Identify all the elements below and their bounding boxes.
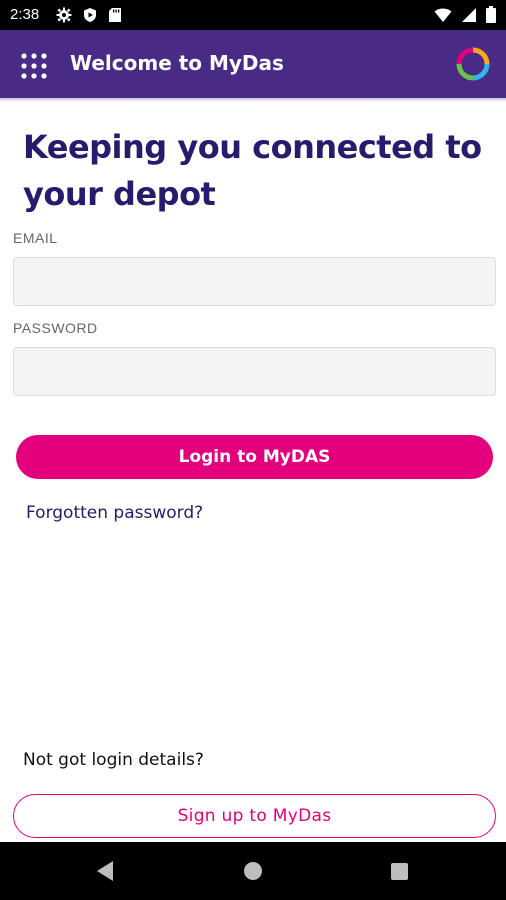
page-headline: Keeping you connected to your depot bbox=[23, 128, 482, 213]
signup-prompt: Not got login details? bbox=[23, 750, 204, 770]
status-bar: 2:38 bbox=[0, 0, 506, 30]
battery-icon bbox=[486, 6, 496, 23]
status-system-icons bbox=[434, 6, 496, 23]
apps-grid-icon[interactable] bbox=[20, 52, 48, 80]
status-time: 2:38 bbox=[10, 6, 40, 23]
forgot-password-link[interactable]: Forgotten password? bbox=[26, 503, 203, 523]
password-label: PASSWORD bbox=[13, 320, 98, 336]
wifi-icon bbox=[434, 8, 452, 22]
app-title: Welcome to MyDas bbox=[70, 51, 284, 75]
sd-card-icon bbox=[109, 8, 121, 22]
recents-icon[interactable] bbox=[391, 863, 408, 880]
mydas-ring-logo bbox=[456, 47, 490, 81]
email-label: EMAIL bbox=[13, 230, 58, 246]
gear-icon bbox=[56, 7, 72, 23]
login-button[interactable]: Login to MyDAS bbox=[16, 435, 493, 479]
email-field[interactable] bbox=[13, 257, 496, 306]
play-shield-icon bbox=[84, 8, 96, 22]
signup-button[interactable]: Sign up to MyDas bbox=[13, 794, 496, 838]
app-bar-shadow bbox=[0, 98, 506, 102]
cell-signal-icon bbox=[462, 7, 476, 22]
home-icon[interactable] bbox=[244, 862, 262, 880]
password-field[interactable] bbox=[13, 347, 496, 396]
back-icon[interactable] bbox=[96, 860, 114, 882]
status-notification-icons bbox=[56, 7, 122, 23]
